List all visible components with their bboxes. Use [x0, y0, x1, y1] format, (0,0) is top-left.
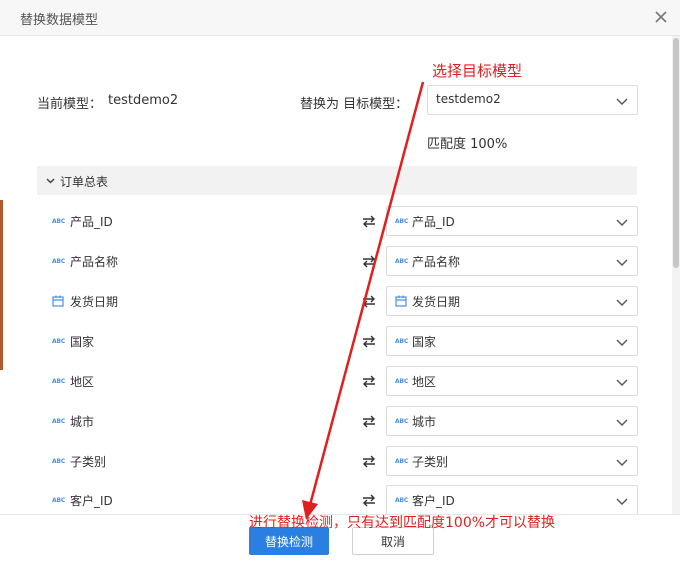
text-type-icon: ABC — [52, 338, 66, 345]
text-type-icon: ABC — [52, 258, 66, 265]
text-type-icon: ABC — [52, 378, 66, 385]
field-row: ABC 地区 ABC 地区 — [0, 366, 680, 396]
chevron-down-icon — [616, 98, 628, 105]
dialog-titlebar: 替换数据模型 — [0, 0, 680, 36]
calendar-icon — [395, 295, 407, 307]
field-name: 产品名称 — [70, 255, 119, 269]
chevron-down-icon — [616, 379, 628, 386]
text-type-icon: ABC — [395, 338, 409, 345]
field-mapping-value: 城市 — [412, 415, 437, 429]
text-type-icon: ABC — [395, 378, 409, 385]
field-name: 产品_ID — [70, 215, 113, 229]
field-mapping-select[interactable]: 发货日期 — [386, 286, 638, 316]
text-type-icon: ABC — [52, 418, 66, 425]
chevron-down-icon — [616, 219, 628, 226]
field-mapping-value: 客户_ID — [412, 494, 455, 508]
swap-arrows-icon — [363, 295, 375, 308]
field-name: 发货日期 — [70, 295, 119, 309]
chevron-down-icon — [616, 419, 628, 426]
field-mapping-value: 产品名称 — [412, 255, 461, 269]
field-name: 城市 — [70, 415, 95, 429]
chevron-down-icon — [616, 339, 628, 346]
field-mapping-select[interactable]: ABC 城市 — [386, 406, 638, 436]
field-row: 发货日期 发货日期 — [0, 286, 680, 316]
text-type-icon: ABC — [395, 258, 409, 265]
text-type-icon: ABC — [395, 458, 409, 465]
field-mapping-select[interactable]: ABC 客户_ID — [386, 485, 638, 515]
field-mapping-select[interactable]: ABC 地区 — [386, 366, 638, 396]
field-mapping-value: 子类别 — [412, 455, 449, 469]
chevron-down-icon — [616, 259, 628, 266]
replace-target-label: 替换为 目标模型： — [300, 97, 409, 112]
field-row: ABC 产品_ID ABC 产品_ID — [0, 206, 680, 236]
swap-arrows-icon — [363, 375, 375, 388]
group-title: 订单总表 — [60, 175, 109, 189]
text-type-icon: ABC — [395, 418, 409, 425]
field-name: 客户_ID — [70, 494, 113, 508]
field-name: 国家 — [70, 335, 95, 349]
dialog-title: 替换数据模型 — [20, 13, 99, 28]
calendar-icon — [52, 295, 64, 307]
chevron-down-icon — [616, 299, 628, 306]
field-row: ABC 子类别 ABC 子类别 — [0, 446, 680, 476]
field-mapping-select[interactable]: ABC 产品名称 — [386, 246, 638, 276]
replace-model-dialog: 替换数据模型 当前模型： testdemo2 替换为 目标模型： testdem… — [0, 0, 680, 565]
chevron-down-icon — [46, 178, 55, 184]
field-mapping-value: 产品_ID — [412, 215, 455, 229]
text-type-icon: ABC — [52, 458, 66, 465]
field-row: ABC 国家 ABC 国家 — [0, 326, 680, 356]
field-name: 子类别 — [70, 455, 107, 469]
swap-arrows-icon — [363, 255, 375, 268]
field-row: ABC 产品名称 ABC 产品名称 — [0, 246, 680, 276]
swap-arrows-icon — [363, 494, 375, 507]
field-mapping-value: 地区 — [412, 375, 437, 389]
annotation-check-hint: 进行替换检测，只有达到匹配度100%才可以替换 — [249, 515, 556, 531]
field-mapping-select[interactable]: ABC 国家 — [386, 326, 638, 356]
text-type-icon: ABC — [395, 497, 409, 504]
chevron-down-icon — [616, 498, 628, 505]
field-row: ABC 客户_ID ABC 客户_ID — [0, 485, 680, 515]
text-type-icon: ABC — [395, 218, 409, 225]
text-type-icon: ABC — [52, 218, 66, 225]
field-mapping-value: 发货日期 — [412, 295, 461, 309]
field-row: ABC 城市 ABC 城市 — [0, 406, 680, 436]
swap-arrows-icon — [363, 415, 375, 428]
field-mapping-select[interactable]: ABC 子类别 — [386, 446, 638, 476]
group-header-orders[interactable]: 订单总表 — [37, 166, 637, 195]
chevron-down-icon — [616, 459, 628, 466]
target-model-select[interactable]: testdemo2 — [427, 85, 638, 115]
field-mapping-value: 国家 — [412, 335, 437, 349]
match-degree: 匹配度 100% — [427, 137, 508, 152]
text-type-icon: ABC — [52, 497, 66, 504]
field-mapping-select[interactable]: ABC 产品_ID — [386, 206, 638, 236]
current-model-label: 当前模型： — [37, 97, 103, 112]
swap-arrows-icon — [363, 455, 375, 468]
current-model-value: testdemo2 — [108, 93, 179, 108]
swap-arrows-icon — [363, 215, 375, 228]
swap-arrows-icon — [363, 335, 375, 348]
annotation-select-target: 选择目标模型 — [432, 62, 523, 80]
field-name: 地区 — [70, 375, 95, 389]
close-icon[interactable] — [652, 8, 670, 26]
target-model-value: testdemo2 — [436, 92, 501, 106]
